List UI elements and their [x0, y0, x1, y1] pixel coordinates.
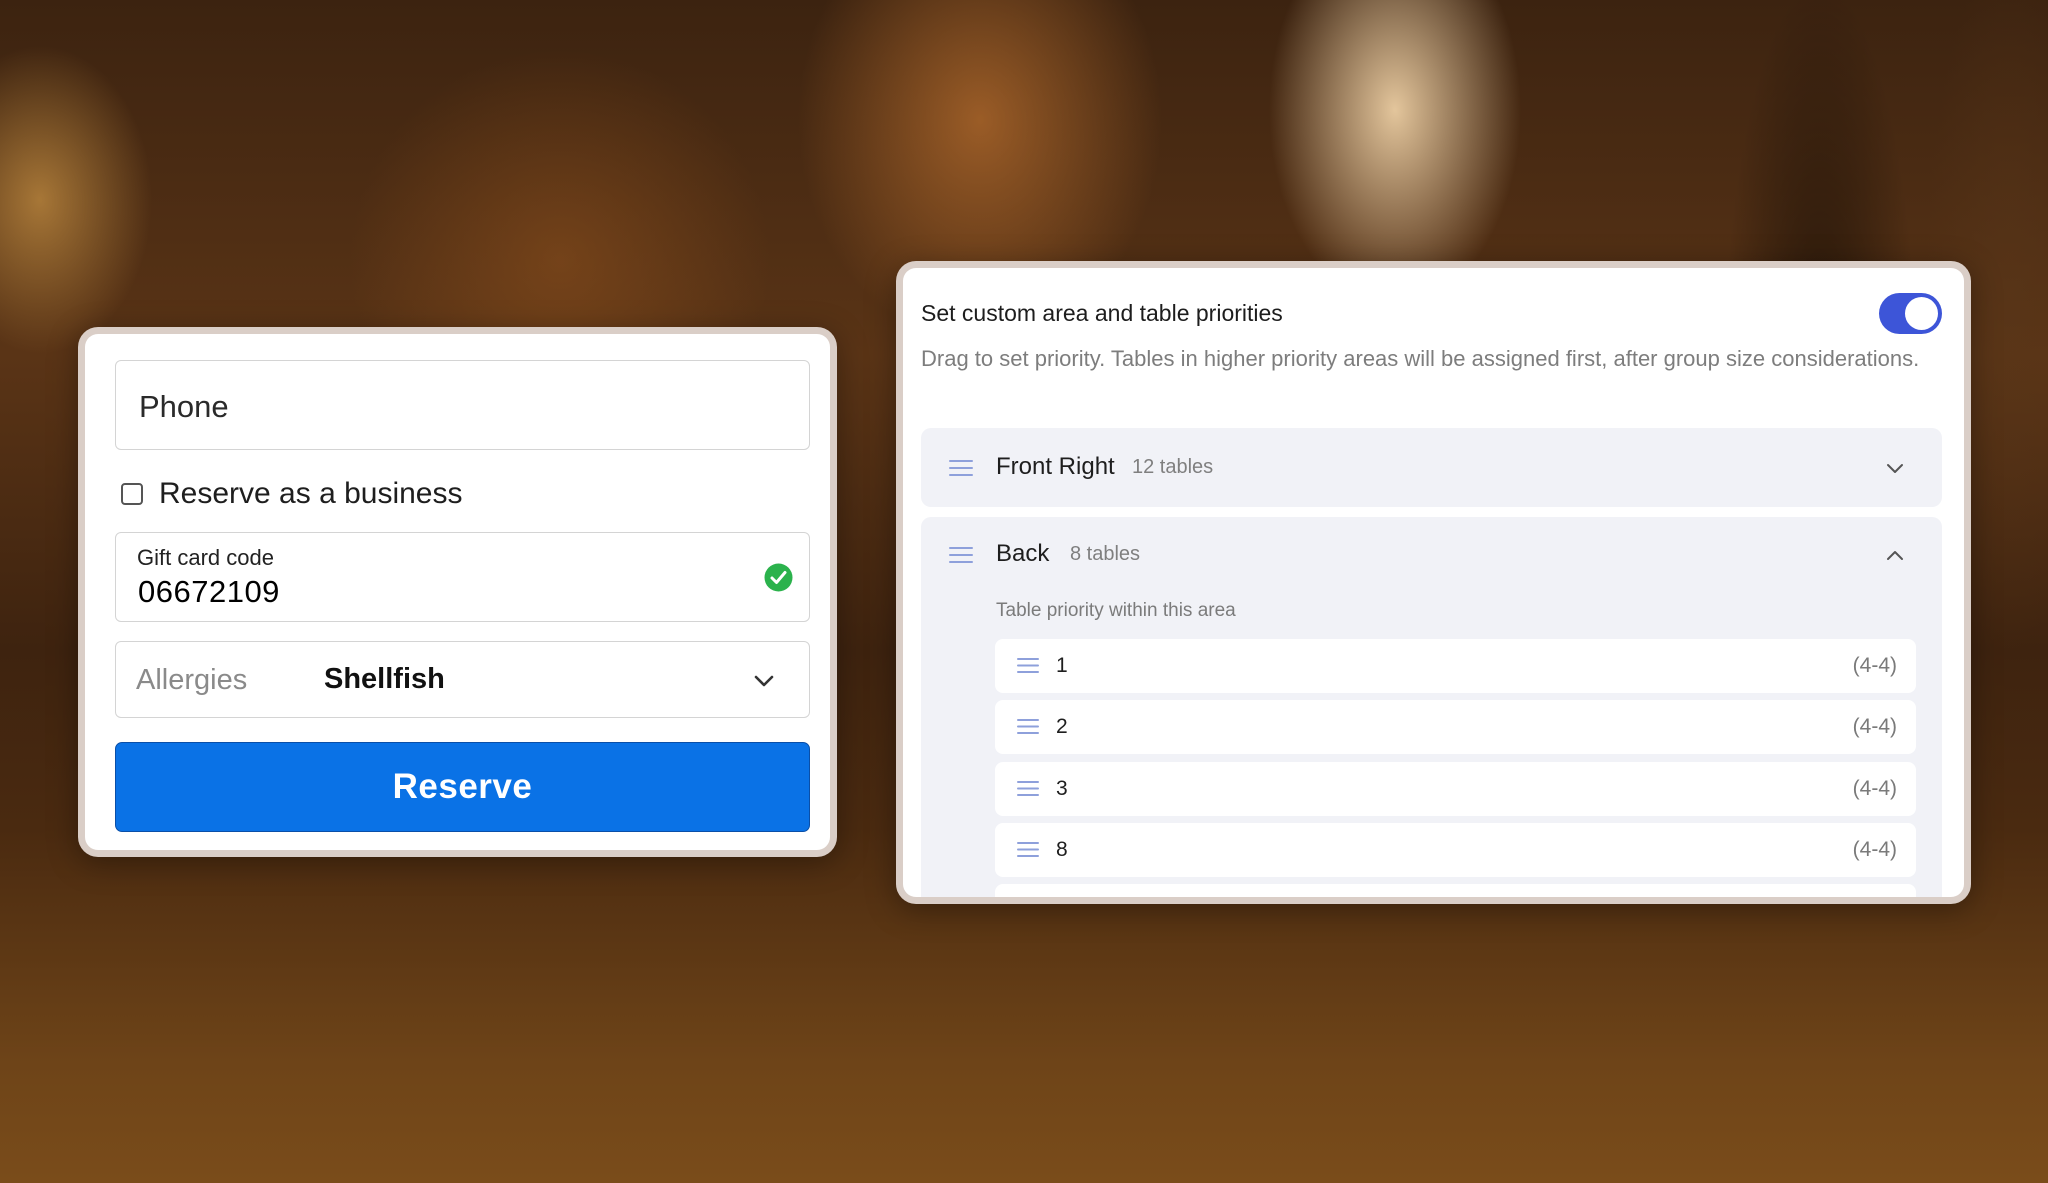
area-item-front-right[interactable]: Front Right 12 tables [921, 428, 1942, 507]
drag-handle-icon[interactable] [1017, 718, 1039, 735]
table-row-2[interactable]: 2 (4-4) [995, 700, 1916, 754]
table-name: 2 [1056, 715, 1068, 738]
table-name: 3 [1056, 777, 1068, 800]
table-capacity: (4-4) [1852, 838, 1897, 861]
reserve-as-business-option[interactable]: Reserve as a business [121, 474, 463, 514]
gift-card-label: Gift card code [137, 545, 274, 570]
table-row-1[interactable]: 1 (4-4) [995, 639, 1916, 693]
area-name: Back [996, 540, 1050, 567]
drag-handle-icon[interactable] [1017, 657, 1039, 674]
phone-input[interactable]: Phone [115, 360, 810, 450]
table-capacity: (4-4) [1852, 654, 1897, 677]
reservation-form-card: Phone Reserve as a business Gift card co… [78, 327, 837, 857]
table-name: 8 [1056, 838, 1068, 861]
allergies-select[interactable]: Allergies Shellfish [115, 641, 810, 718]
reserve-button[interactable]: Reserve [115, 742, 810, 832]
custom-priority-toggle[interactable] [1879, 293, 1942, 334]
drag-handle-icon[interactable] [949, 459, 973, 477]
table-capacity: (4-4) [1852, 777, 1897, 800]
area-table-count: 12 tables [1132, 456, 1214, 478]
toggle-knob [1905, 297, 1938, 330]
chevron-up-icon[interactable] [1886, 550, 1904, 561]
drag-handle-icon[interactable] [1017, 841, 1039, 858]
phone-placeholder: Phone [139, 389, 229, 424]
gift-card-value: 06672109 [138, 574, 280, 609]
reserve-as-business-label: Reserve as a business [159, 477, 463, 510]
reserve-as-business-checkbox[interactable] [121, 483, 143, 505]
table-row-partial[interactable] [995, 884, 1916, 897]
priority-settings-title: Set custom area and table priorities [921, 300, 1283, 326]
priority-settings-card: Set custom area and table priorities Dra… [896, 261, 1971, 904]
table-row-3[interactable]: 3 (4-4) [995, 762, 1916, 816]
priority-settings-description: Drag to set priority. Tables in higher p… [921, 346, 1920, 371]
allergies-label: Allergies [136, 664, 248, 696]
chevron-down-icon[interactable] [1886, 463, 1904, 474]
drag-handle-icon[interactable] [949, 546, 973, 564]
table-name: 1 [1056, 654, 1068, 677]
area-item-back[interactable]: Back 8 tables Table priority within this… [921, 517, 1942, 897]
check-circle-icon [764, 563, 793, 592]
table-capacity: (4-4) [1852, 715, 1897, 738]
table-row-8[interactable]: 8 (4-4) [995, 823, 1916, 877]
allergies-value: Shellfish [324, 663, 445, 695]
area-table-count: 8 tables [1070, 543, 1141, 565]
area-name: Front Right [996, 453, 1115, 480]
gift-card-input[interactable]: Gift card code 06672109 [115, 532, 810, 622]
chevron-down-icon [754, 675, 774, 687]
table-priority-subtitle: Table priority within this area [996, 600, 1236, 621]
drag-handle-icon[interactable] [1017, 780, 1039, 797]
